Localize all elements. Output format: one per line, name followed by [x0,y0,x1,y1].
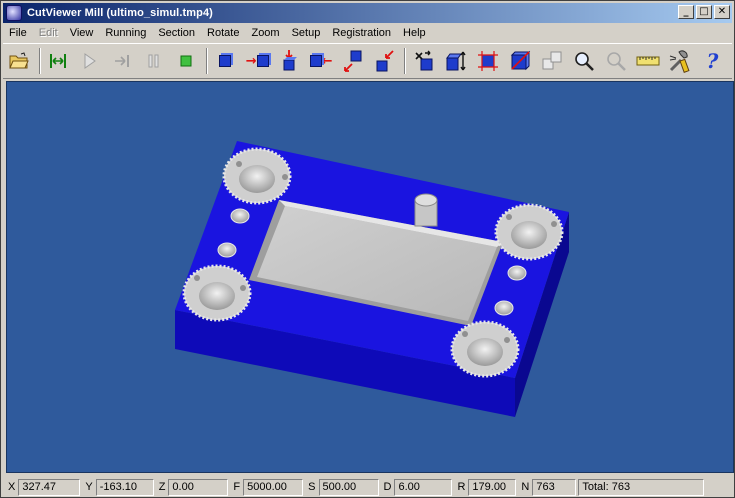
status-s-label: S [308,481,316,493]
close-button[interactable]: ✕ [714,5,730,19]
menu-help[interactable]: Help [397,24,432,42]
view-iso-icon[interactable] [213,48,238,74]
status-d-label: D [383,481,392,493]
view-right-icon[interactable]: ← [309,48,334,74]
title-bar[interactable]: CutViewer Mill (ultimo_simul.tmp4) _ □ ✕ [3,3,732,23]
toolbar-separator [38,48,41,74]
pocket-boss [414,193,438,227]
status-n-label: N [521,481,530,493]
status-n-value: 763 [532,478,577,496]
status-bar: X 327.47 Y -163.10 Z 0.00 F 5000.00 S 50… [3,477,732,497]
menu-bar: File Edit View Running Section Rotate Zo… [3,24,732,42]
open-folder-icon[interactable] [7,48,32,74]
status-r-value: 179.00 [468,478,517,496]
pause-icon[interactable] [142,48,167,74]
question-mark-icon: ? [706,49,719,73]
red-arrow-icon: ← [321,53,333,69]
milled-part-view [175,141,569,417]
counterbore-hole-tr [494,203,564,261]
window-title: CutViewer Mill (ultimo_simul.tmp4) [27,7,213,19]
play-icon[interactable] [78,48,103,74]
toolbar-separator [404,48,407,74]
rewind-to-start-icon[interactable] [46,48,71,74]
zoom-icon[interactable] [571,48,596,74]
status-y-value: -163.10 [95,478,154,496]
status-f-label: F [233,481,241,493]
section-copy-icon[interactable] [539,48,564,74]
tools-settings-icon[interactable] [667,48,693,74]
stop-icon[interactable] [174,48,199,74]
cube-icon [309,55,322,67]
menu-file[interactable]: File [3,24,33,42]
status-y-label: Y [85,481,93,493]
menu-edit[interactable]: Edit [33,24,64,42]
fit-window-icon[interactable] [475,48,500,74]
ruler-icon[interactable] [635,48,660,74]
maximize-button[interactable]: □ [696,5,712,19]
help-icon[interactable]: ? [700,48,725,74]
status-x-label: X [8,481,16,493]
menu-rotate[interactable]: Rotate [201,24,245,42]
status-z-label: Z [158,481,166,493]
menu-section[interactable]: Section [152,24,201,42]
view-left-rear-icon[interactable] [341,48,366,74]
menu-zoom[interactable]: Zoom [245,24,285,42]
cube-icon [219,55,232,67]
status-z-value: 0.00 [168,478,229,496]
step-forward-icon[interactable] [110,48,135,74]
status-f-value: 5000.00 [243,478,304,496]
status-s-value: 500.00 [318,478,379,496]
minimize-button[interactable]: _ [678,5,694,19]
menu-running[interactable]: Running [99,24,152,42]
view-front-icon[interactable]: → [245,48,270,74]
app-icon[interactable] [6,5,22,21]
menu-registration[interactable]: Registration [326,24,397,42]
counterbore-hole-bl [182,264,252,322]
menu-view[interactable]: View [64,24,100,42]
view-top-icon[interactable] [277,48,302,74]
red-arrow-icon: → [245,53,257,69]
section-plane-icon[interactable] [507,48,532,74]
status-d-value: 6.00 [394,478,453,496]
measure-point-icon[interactable] [603,48,628,74]
status-x-value: 327.47 [18,478,81,496]
rotate-view-icon[interactable] [411,48,436,74]
status-r-label: R [457,481,466,493]
counterbore-hole-tl [222,147,292,205]
3d-viewport[interactable] [6,81,734,473]
app-window: CutViewer Mill (ultimo_simul.tmp4) _ □ ✕… [0,0,735,498]
window-controls: _ □ ✕ [676,5,730,19]
toolbar-separator [205,48,208,74]
menu-setup[interactable]: Setup [286,24,327,42]
cube-icon [256,55,269,67]
view-bottom-icon[interactable] [372,48,397,74]
toolbar: → ← ? [3,43,732,79]
status-total: Total: 763 [578,478,705,496]
counterbore-hole-br [450,320,520,378]
stretch-height-icon[interactable] [443,48,468,74]
